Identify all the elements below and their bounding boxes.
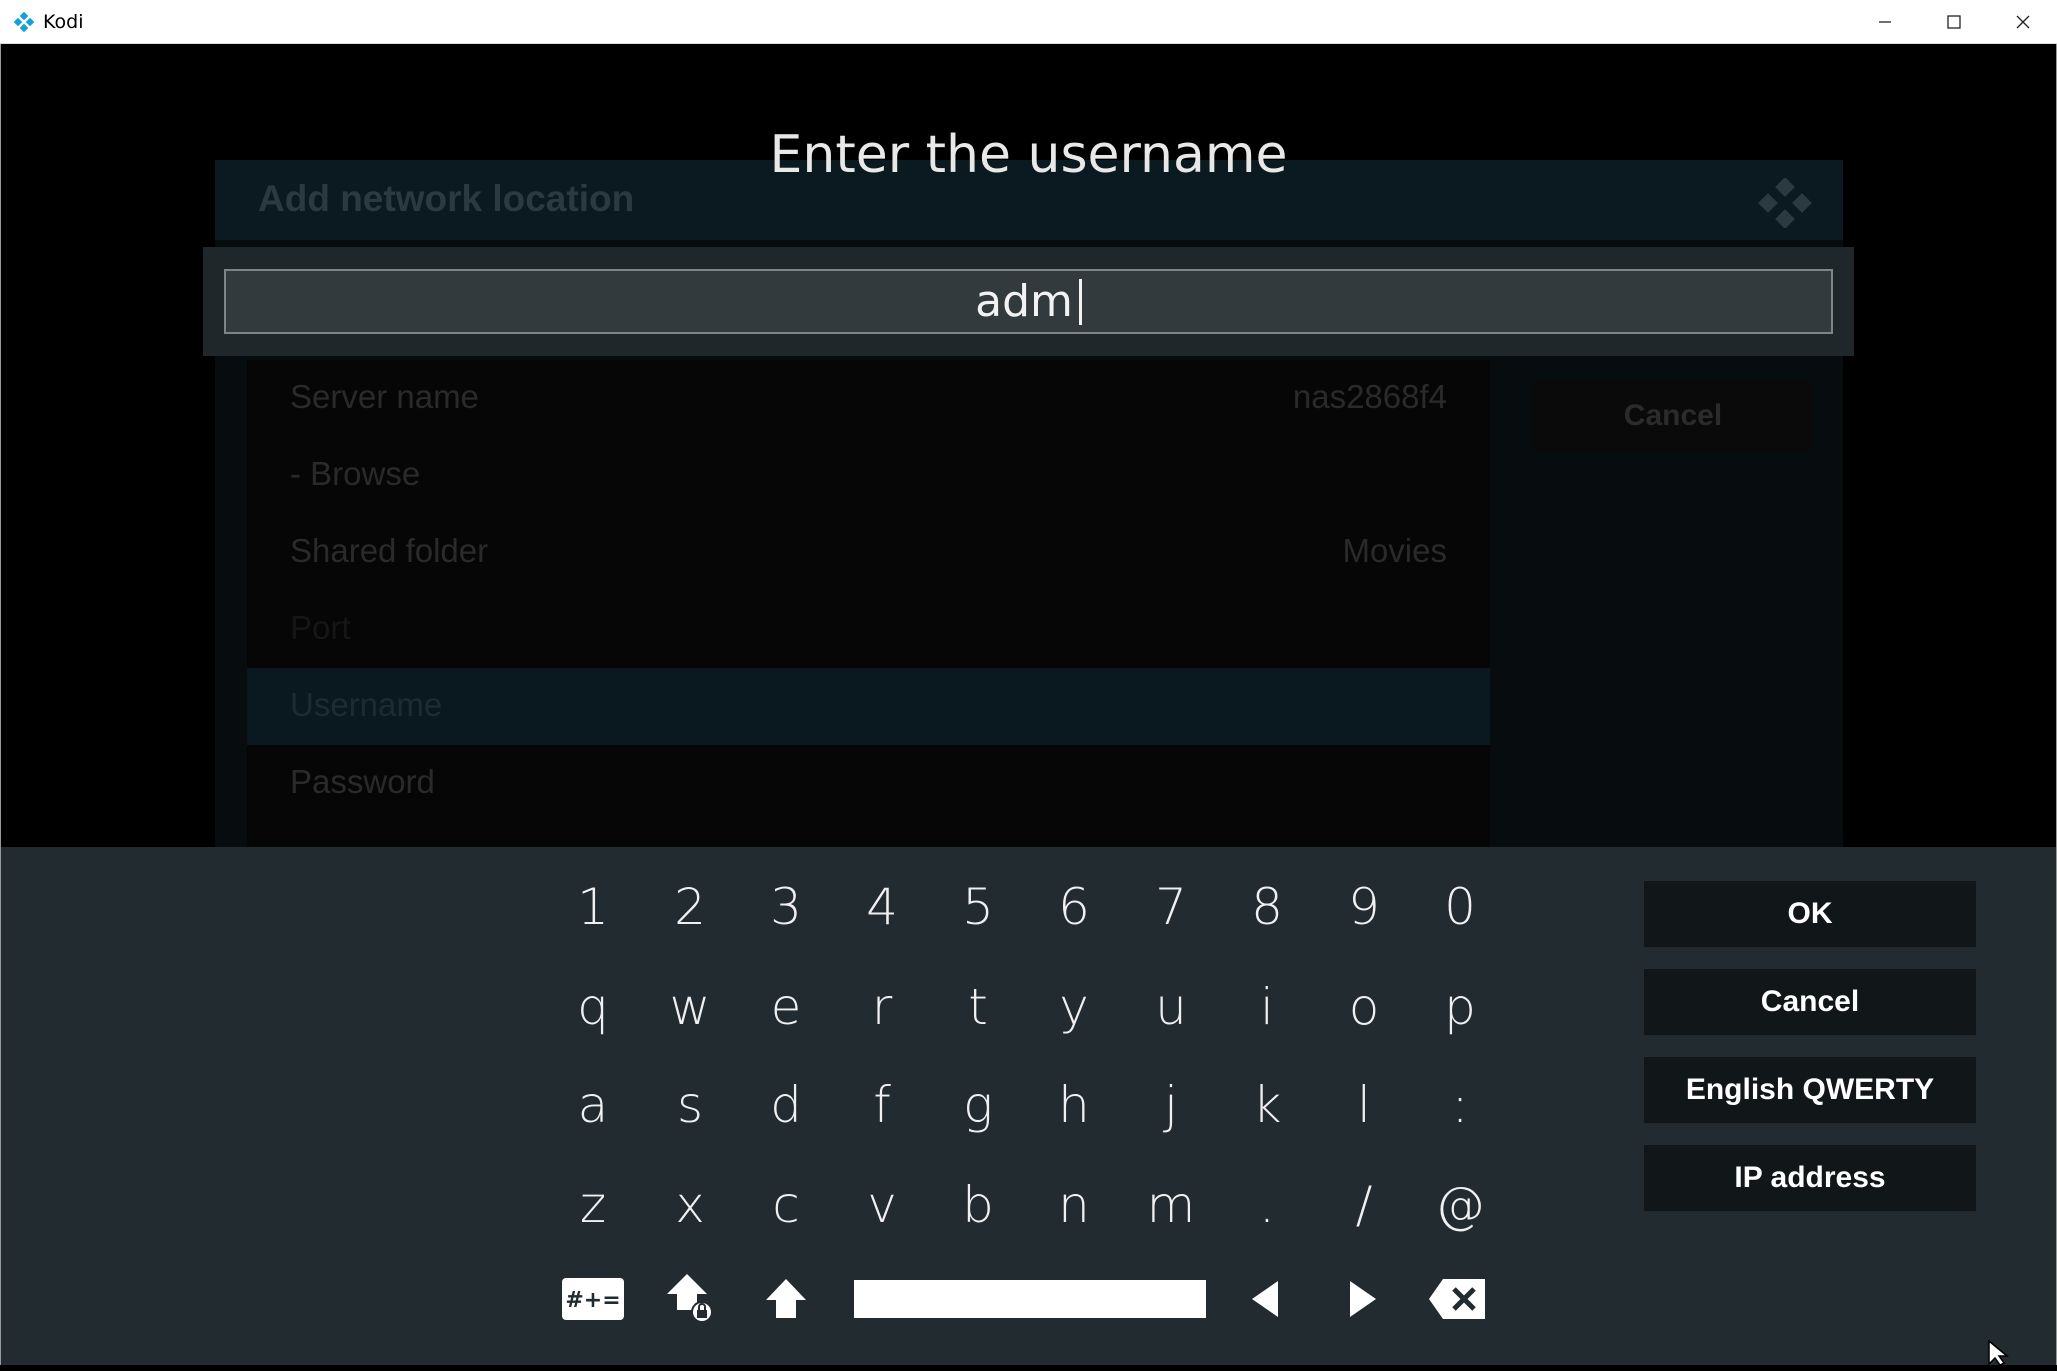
list-item-password[interactable]: Password [247, 745, 1490, 822]
key-0-6[interactable]: 7 [1131, 867, 1211, 947]
key-3-4[interactable]: b [938, 1165, 1018, 1245]
ip-address-button[interactable]: IP address [1644, 1145, 1976, 1211]
key-0-7[interactable]: 8 [1227, 867, 1307, 947]
key-2-4[interactable]: g [938, 1065, 1018, 1145]
key-2-1[interactable]: s [650, 1065, 730, 1145]
key-2-3[interactable]: f [842, 1065, 922, 1145]
list-item-server-name[interactable]: Server name nas2868f4 [247, 360, 1490, 437]
key-3-8[interactable]: / [1324, 1165, 1404, 1245]
keyboard-layout-button[interactable]: English QWERTY [1644, 1057, 1976, 1123]
list-item-browse[interactable]: - Browse [247, 437, 1490, 514]
key-0-9[interactable]: 0 [1420, 867, 1500, 947]
close-icon[interactable] [1988, 0, 2057, 44]
key-0-3[interactable]: 4 [842, 867, 922, 947]
key-3-7[interactable]: . [1227, 1165, 1307, 1245]
symbols-key[interactable]: #+= [553, 1259, 633, 1339]
window-titlebar: Kodi [0, 0, 2057, 44]
key-3-1[interactable]: x [650, 1165, 730, 1245]
list-item-label: - Browse [290, 455, 421, 492]
space-key[interactable] [854, 1280, 1206, 1318]
key-3-6[interactable]: m [1131, 1165, 1211, 1245]
kodi-logo-icon [13, 11, 35, 33]
list-item-label: Server name [290, 378, 479, 415]
key-1-5[interactable]: y [1034, 967, 1114, 1047]
key-3-5[interactable]: n [1034, 1165, 1114, 1245]
key-1-7[interactable]: i [1227, 967, 1307, 1047]
key-0-4[interactable]: 5 [938, 867, 1018, 947]
key-3-0[interactable]: z [553, 1165, 633, 1245]
username-input[interactable]: adm [224, 269, 1833, 334]
list-item-port[interactable]: Port [247, 591, 1490, 668]
key-1-1[interactable]: w [650, 967, 730, 1047]
shift-key[interactable] [746, 1259, 826, 1339]
keyboard-heading: Enter the username [769, 125, 1288, 185]
dialog-cancel-button[interactable]: Cancel [1533, 380, 1813, 452]
key-3-3[interactable]: v [842, 1165, 922, 1245]
cancel-button[interactable]: Cancel [1644, 969, 1976, 1035]
key-3-2[interactable]: c [746, 1165, 826, 1245]
ok-button[interactable]: OK [1644, 881, 1976, 947]
list-item-label: Shared folder [290, 532, 489, 569]
caps-lock-key[interactable] [650, 1259, 730, 1339]
list-item-label: Username [290, 686, 443, 723]
right-arrow-key[interactable] [1323, 1259, 1403, 1339]
list-item-label: Port [290, 609, 351, 646]
key-2-0[interactable]: a [553, 1065, 633, 1145]
minimize-icon[interactable] [1850, 0, 1919, 44]
list-item-value: Movies [1342, 532, 1447, 569]
virtual-keyboard: 1 2 3 4 5 6 7 8 9 0 q w e r t y u i o p a s d f g h j k l: z x c v b n m. / @… [1, 847, 2056, 1365]
input-text: adm [975, 276, 1073, 327]
key-3-9[interactable]: @ [1420, 1165, 1500, 1245]
input-panel: adm [203, 247, 1854, 356]
key-1-6[interactable]: u [1131, 967, 1211, 1047]
key-2-9[interactable]: : [1420, 1065, 1500, 1145]
key-0-5[interactable]: 6 [1034, 867, 1114, 947]
list-item-label: Password [290, 763, 435, 800]
key-1-0[interactable]: q [553, 967, 633, 1047]
left-arrow-key[interactable] [1225, 1259, 1305, 1339]
key-1-4[interactable]: t [938, 967, 1018, 1047]
key-1-3[interactable]: r [842, 967, 922, 1047]
key-1-8[interactable]: o [1324, 967, 1404, 1047]
mouse-cursor-icon [1988, 1339, 2014, 1371]
key-2-8[interactable]: l [1324, 1065, 1404, 1145]
symbols-key-label: #+= [565, 1288, 620, 1313]
key-1-9[interactable]: p [1420, 967, 1500, 1047]
key-0-2[interactable]: 3 [746, 867, 826, 947]
key-0-0[interactable]: 1 [553, 867, 633, 947]
list-item-username[interactable]: Username [247, 668, 1490, 745]
window-title: Kodi [43, 10, 84, 33]
key-1-2[interactable]: e [746, 967, 826, 1047]
backspace-key[interactable] [1417, 1259, 1497, 1339]
text-caret [1078, 278, 1082, 325]
list-item-shared-folder[interactable]: Shared folder Movies [247, 514, 1490, 591]
key-0-8[interactable]: 9 [1324, 867, 1404, 947]
list-item-value: nas2868f4 [1292, 378, 1447, 415]
key-2-7[interactable]: k [1227, 1065, 1307, 1145]
settings-list: Server name nas2868f4 - Browse Shared fo… [247, 360, 1490, 847]
key-2-6[interactable]: j [1131, 1065, 1211, 1145]
kodi-logo-icon [1757, 177, 1813, 233]
key-2-2[interactable]: d [746, 1065, 826, 1145]
key-2-5[interactable]: h [1034, 1065, 1114, 1145]
maximize-icon[interactable] [1919, 0, 1988, 44]
key-0-1[interactable]: 2 [650, 867, 730, 947]
